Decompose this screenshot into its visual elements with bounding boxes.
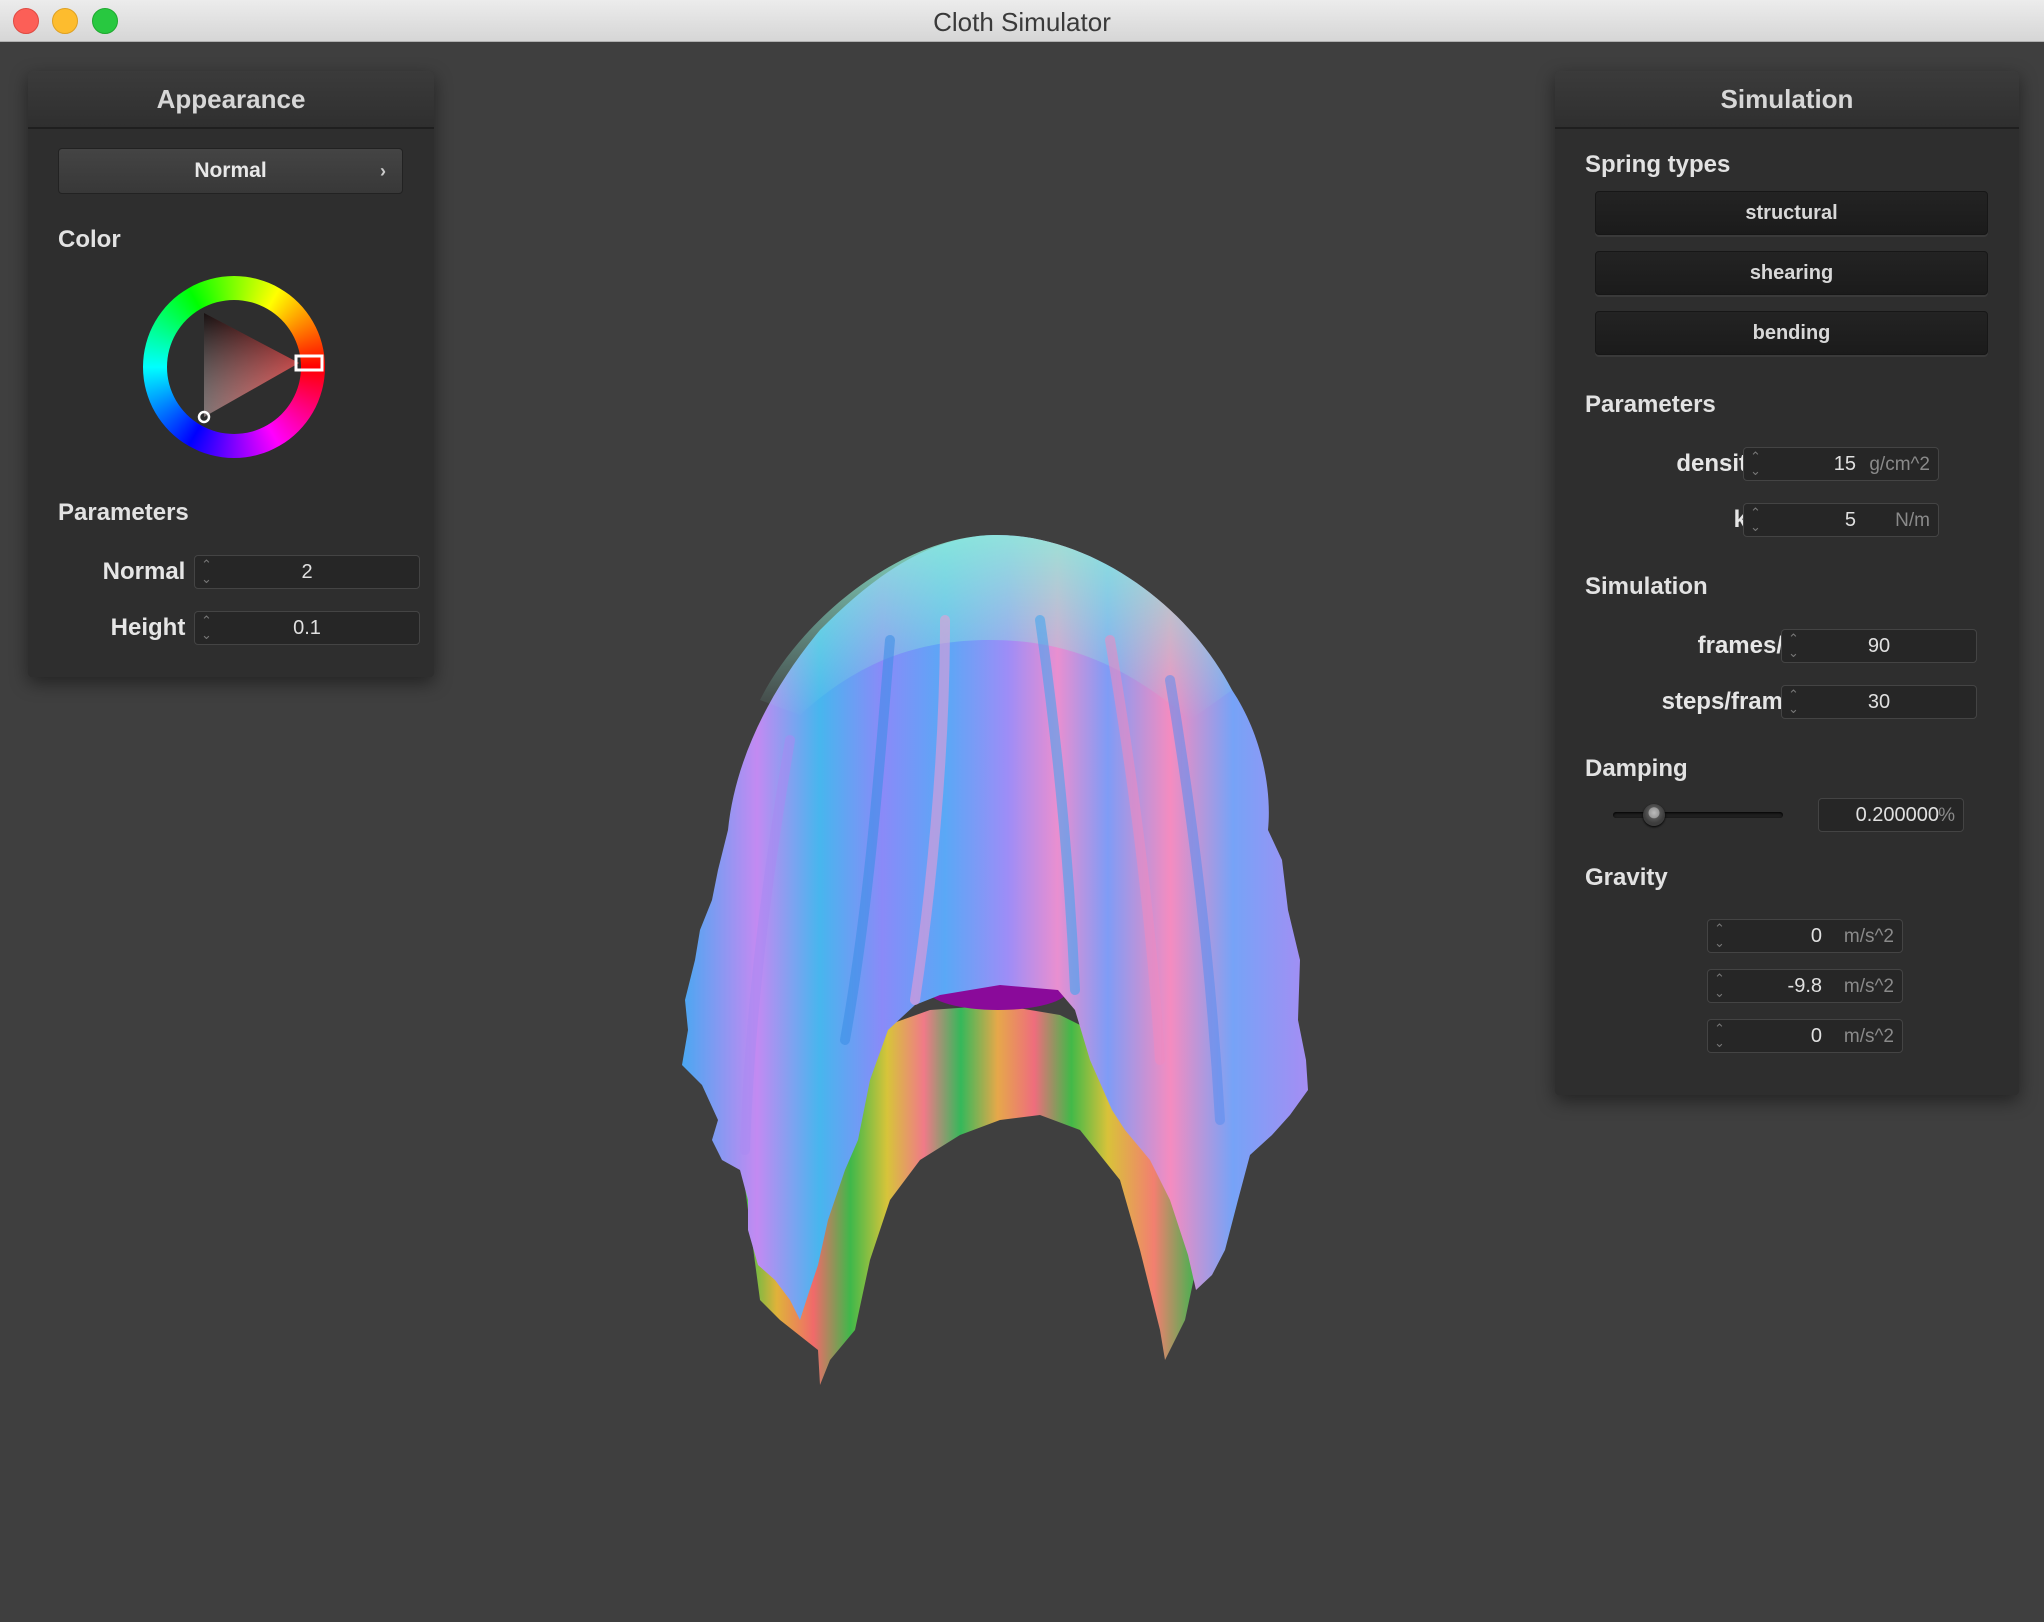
gravity-y-value: -9.8 bbox=[1787, 975, 1822, 997]
damping-slider-track bbox=[1613, 812, 1783, 818]
height-input[interactable]: ⌃ ⌄ 0.1 bbox=[194, 611, 420, 645]
normal-input[interactable]: ⌃ ⌄ 2 bbox=[194, 555, 420, 589]
height-label: Height : bbox=[110, 614, 200, 641]
simulation-panel: Simulation Spring types structural shear… bbox=[1555, 71, 2019, 1095]
title-bar: Cloth Simulator bbox=[0, 0, 2044, 42]
spring-types-label: Spring types bbox=[1585, 151, 1731, 178]
ks-input[interactable]: ⌃ ⌄ 5 N/m bbox=[1743, 503, 1939, 537]
gravity-y-input[interactable]: ⌃ ⌄ -9.8 m/s^2 bbox=[1707, 969, 1903, 1003]
ks-unit: N/m bbox=[1895, 510, 1930, 531]
shader-select-value: Normal bbox=[194, 159, 267, 182]
frames-per-second-value: 90 bbox=[1867, 635, 1891, 657]
color-wheel[interactable] bbox=[141, 274, 327, 460]
spinner-icon[interactable]: ⌃ ⌄ bbox=[1714, 1022, 1725, 1050]
steps-per-frame-value: 30 bbox=[1867, 691, 1891, 713]
spinner-icon[interactable]: ⌃ ⌄ bbox=[1714, 972, 1725, 1000]
damping-slider[interactable] bbox=[1613, 803, 1783, 827]
appearance-parameters-label: Parameters bbox=[58, 499, 189, 526]
damping-label: Damping bbox=[1585, 755, 1688, 782]
structural-spring-toggle[interactable]: structural bbox=[1595, 191, 1988, 235]
spinner-icon[interactable]: ⌃ ⌄ bbox=[1714, 922, 1725, 950]
shader-select[interactable]: Normal › bbox=[58, 148, 403, 194]
frames-per-second-label: frames/s : bbox=[1697, 632, 1811, 659]
damping-input[interactable]: 0.200000 % bbox=[1818, 798, 1964, 832]
window-title: Cloth Simulator bbox=[933, 7, 1111, 37]
steps-per-frame-input[interactable]: ⌃ ⌄ 30 bbox=[1781, 685, 1977, 719]
bending-spring-toggle[interactable]: bending bbox=[1595, 311, 1988, 355]
ks-value: 5 bbox=[1844, 509, 1856, 531]
normal-label: Normal : bbox=[102, 558, 200, 585]
damping-slider-handle[interactable] bbox=[1642, 804, 1665, 826]
shearing-spring-toggle[interactable]: shearing bbox=[1595, 251, 1988, 295]
damping-unit: % bbox=[1938, 805, 1955, 826]
steps-per-frame-label: steps/frame : bbox=[1661, 688, 1811, 715]
damping-value: 0.200000 bbox=[1855, 804, 1939, 826]
gravity-x-value: 0 bbox=[1810, 925, 1822, 947]
simulation-parameters-label: Parameters bbox=[1585, 391, 1716, 418]
simulation-panel-header[interactable]: Simulation bbox=[1555, 71, 2019, 129]
height-value: 0.1 bbox=[293, 617, 321, 639]
gravity-x-input[interactable]: ⌃ ⌄ 0 m/s^2 bbox=[1707, 919, 1903, 953]
frames-per-second-input[interactable]: ⌃ ⌄ 90 bbox=[1781, 629, 1977, 663]
color-label: Color bbox=[58, 226, 121, 253]
normal-value: 2 bbox=[301, 561, 313, 583]
gravity-z-input[interactable]: ⌃ ⌄ 0 m/s^2 bbox=[1707, 1019, 1903, 1053]
density-unit: g/cm^2 bbox=[1869, 454, 1930, 475]
appearance-panel: Appearance Normal › Color Parameters Nor… bbox=[28, 71, 434, 677]
density-input[interactable]: ⌃ ⌄ 15 g/cm^2 bbox=[1743, 447, 1939, 481]
gravity-z-value: 0 bbox=[1810, 1025, 1822, 1047]
gravity-x-unit: m/s^2 bbox=[1843, 926, 1894, 947]
cloth-outer-surface bbox=[682, 534, 1308, 1320]
spinner-icon[interactable]: ⌃ ⌄ bbox=[1750, 450, 1761, 478]
spinner-icon[interactable]: ⌃ ⌄ bbox=[1750, 506, 1761, 534]
simulation-section-label: Simulation bbox=[1585, 573, 1708, 600]
chevron-right-icon: › bbox=[380, 161, 386, 181]
appearance-panel-header[interactable]: Appearance bbox=[28, 71, 434, 129]
gravity-label: Gravity bbox=[1585, 864, 1668, 891]
density-value: 15 bbox=[1833, 453, 1856, 475]
gravity-y-unit: m/s^2 bbox=[1843, 976, 1894, 997]
gravity-z-unit: m/s^2 bbox=[1843, 1026, 1894, 1047]
